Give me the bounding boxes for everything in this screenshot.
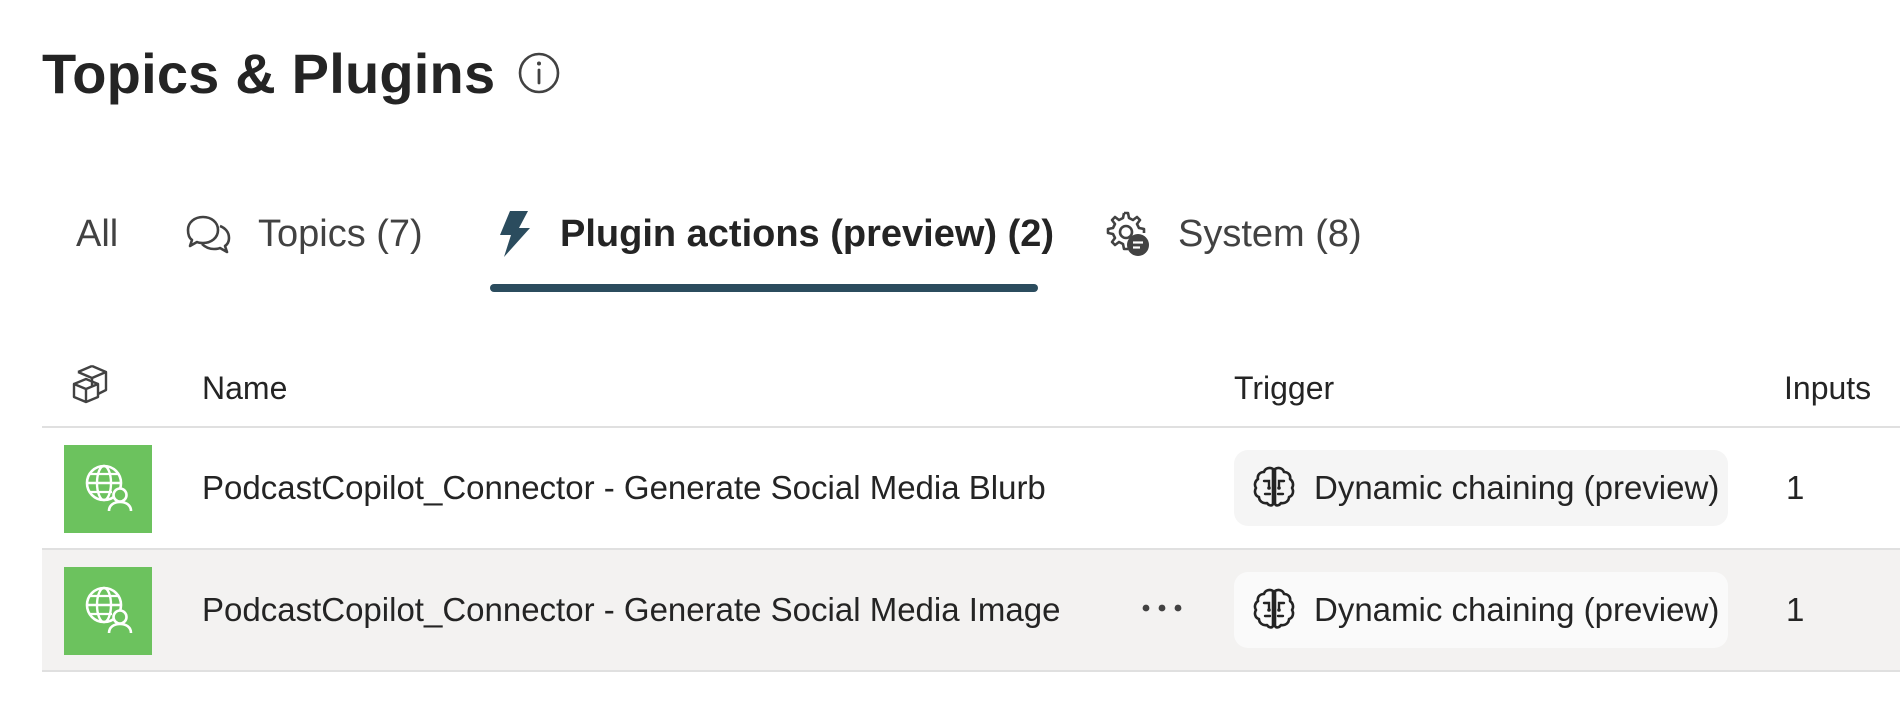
brain-icon (1248, 462, 1300, 514)
page-title: Topics & Plugins (42, 41, 496, 105)
connector-tile (64, 567, 152, 655)
inputs-count: 1 (1786, 469, 1805, 506)
trigger-label: Dynamic chaining (preview) (1314, 591, 1720, 628)
globe-person-icon (82, 461, 134, 518)
tab-label: System (8) (1178, 212, 1362, 255)
plugin-actions-table: Name Trigger Inputs PodcastCopilot_Conne… (42, 350, 1900, 672)
gear-chat-icon (1102, 208, 1154, 260)
lightning-icon (488, 208, 540, 260)
cube-icon (68, 360, 116, 416)
globe-person-icon (82, 583, 134, 640)
table-row[interactable]: PodcastCopilot_Connector - Generate Soci… (42, 550, 1900, 672)
column-header-type[interactable] (68, 350, 116, 426)
page-header: Topics & Plugins (42, 38, 561, 108)
connector-tile (64, 445, 152, 533)
tab-label: Plugin actions (preview) (2) (560, 212, 1055, 255)
brain-icon (1248, 584, 1300, 636)
table-row[interactable]: PodcastCopilot_Connector - Generate Soci… (42, 428, 1900, 550)
tab-all[interactable]: All (76, 198, 118, 270)
chat-bubbles-icon (182, 208, 234, 260)
trigger-badge: Dynamic chaining (preview) (1234, 572, 1728, 648)
plugin-action-name[interactable]: PodcastCopilot_Connector - Generate Soci… (202, 428, 1046, 548)
trigger-label: Dynamic chaining (preview) (1314, 469, 1720, 506)
tab-system[interactable]: System (8) (1102, 198, 1362, 270)
tab-topics[interactable]: Topics (7) (182, 198, 423, 270)
active-tab-indicator (490, 284, 1038, 292)
trigger-badge: Dynamic chaining (preview) (1234, 450, 1728, 526)
tab-label: All (76, 212, 119, 255)
plugin-action-name[interactable]: PodcastCopilot_Connector - Generate Soci… (202, 550, 1060, 670)
column-header-name[interactable]: Name (202, 350, 287, 426)
inputs-count: 1 (1786, 591, 1805, 628)
column-header-trigger[interactable]: Trigger (1234, 350, 1334, 426)
more-horizontal-icon (1140, 601, 1184, 619)
table-header: Name Trigger Inputs (42, 350, 1900, 428)
tab-label: Topics (7) (258, 212, 423, 255)
column-header-inputs[interactable]: Inputs (1784, 350, 1871, 426)
tab-plugin-actions[interactable]: Plugin actions (preview) (2) (488, 198, 1054, 270)
more-options-button[interactable] (1132, 586, 1192, 634)
info-icon[interactable] (517, 51, 561, 95)
